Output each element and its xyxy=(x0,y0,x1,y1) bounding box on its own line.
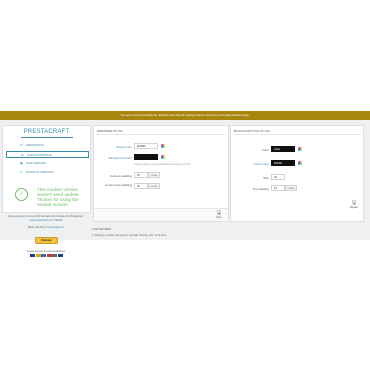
popup-color-input[interactable]: #ebf9f0 xyxy=(134,143,158,149)
sidebar-notes: Have a look at my blog with tutorials an… xyxy=(0,215,92,229)
sidebar-item-module-updates[interactable]: ↻ MODULE UPDATES xyxy=(6,169,89,176)
size-label: Size xyxy=(263,176,269,180)
sidebar-item-label: MODULE UPDATES xyxy=(26,170,54,174)
refresh-icon: ↻ xyxy=(20,170,23,174)
color-picker-icon[interactable] xyxy=(298,161,302,165)
keywords-text: Shipping, Ostatní, Remapper, Kontakt, St… xyxy=(94,234,167,237)
sidebar-item-configuration[interactable]: ⚙ CONFIGURATION xyxy=(6,151,89,158)
top-padding-label: Top padding xyxy=(252,187,269,191)
blog-note: Have a look at my blog with tutorials an… xyxy=(8,215,84,218)
envelope-icon: ✉ xyxy=(20,143,23,147)
sidebar-item-label: MARKETING xyxy=(26,143,44,147)
update-status-message: This module version doesn't need update.… xyxy=(37,187,80,207)
keywords-line: ⓘ Shipping, Ostatní, Remapper, Kontakt, … xyxy=(91,233,166,237)
color-label: Color xyxy=(261,148,269,152)
content-padding-input[interactable]: 20 xyxy=(134,172,148,178)
sidebar-item-label: CONFIGURATION xyxy=(27,153,52,157)
color-picker-icon[interactable] xyxy=(161,144,165,148)
background-color-input[interactable] xyxy=(134,154,158,160)
divider xyxy=(233,134,361,135)
prestacraft-logo: PRESTACRAFT xyxy=(23,129,70,135)
background-hint: Leave empty to use the transparent backg… xyxy=(134,163,191,166)
wrapper-style-panel: WRAPPER STYLE Popup color #ebf9f0 Backgr… xyxy=(93,125,229,222)
background-color-label: Background color xyxy=(108,156,132,160)
migrate-button[interactable]: 🖫 Migrate xyxy=(348,200,360,211)
notification-banner: You are running Ventidevno. Please note … xyxy=(0,111,370,120)
content-padding-unit: pixels xyxy=(148,172,160,178)
content-top-padding-unit: pixels xyxy=(148,183,160,189)
addons-icon: ▣ xyxy=(20,161,23,165)
author-link[interactable]: Prestacraft.com xyxy=(46,226,64,229)
logo-underline xyxy=(21,137,73,138)
donate-button[interactable]: Donate xyxy=(35,237,58,244)
made-with-prefix: Made with xyxy=(27,225,40,229)
save-label: Save xyxy=(216,216,222,219)
size-input[interactable]: 20 xyxy=(271,174,285,180)
save-label: Migrate xyxy=(350,206,358,209)
sidebar-item-label: OUR ADDONS xyxy=(26,161,47,165)
thanks-note: Thanks xyxy=(54,218,63,222)
hover-color-input[interactable]: #f4f4f4 xyxy=(271,160,295,166)
support-text: Create Support Prestacraft Modules xyxy=(26,250,66,253)
content-top-padding-label: Content top padding xyxy=(104,183,132,187)
sidebar-item-marketing[interactable]: ✉ MARKETING xyxy=(6,142,89,149)
gear-icon: ⚙ xyxy=(21,153,24,157)
color-picker-icon[interactable] xyxy=(161,155,165,159)
panel-title: BLOCKS BUTTON STYLE xyxy=(234,129,270,133)
content-top-padding-input[interactable]: 40 xyxy=(134,183,148,189)
color-picker-icon[interactable] xyxy=(298,147,302,151)
sidebar-item-our-addons[interactable]: ▣ OUR ADDONS xyxy=(6,160,89,167)
divider xyxy=(96,134,226,135)
keywords-title-text: KEYWORDS xyxy=(93,227,112,231)
payment-cards-icon xyxy=(30,244,64,257)
color-input[interactable]: white xyxy=(271,146,295,152)
blocks-button-style-panel: BLOCKS BUTTON STYLE Color white Hover co… xyxy=(230,125,364,222)
content-padding-label: Content padding xyxy=(109,174,132,178)
hover-color-label: Hover color xyxy=(253,162,269,166)
blog-link[interactable]: www.prestacraft.com xyxy=(29,219,53,222)
banner-message: You are running Ventidevno. Please note … xyxy=(120,113,250,117)
top-padding-input[interactable]: 15 xyxy=(271,185,285,191)
keywords-title: ⌂ KEYWORDS xyxy=(91,227,111,231)
module-sidebar: PRESTACRAFT ✉ MARKETING ⚙ CONFIGURATION … xyxy=(2,125,91,213)
check-icon: ✓ xyxy=(15,188,28,201)
save-button[interactable]: 🖫 Save xyxy=(213,210,225,221)
panel-footer: 🖫 Save xyxy=(94,208,228,221)
popup-color-label: Popup color xyxy=(115,145,132,149)
top-padding-unit: pixels xyxy=(285,185,297,191)
tag-icon: ⌂ xyxy=(91,227,93,231)
made-with-suffix: by xyxy=(42,225,46,229)
panel-title: WRAPPER STYLE xyxy=(97,129,123,133)
